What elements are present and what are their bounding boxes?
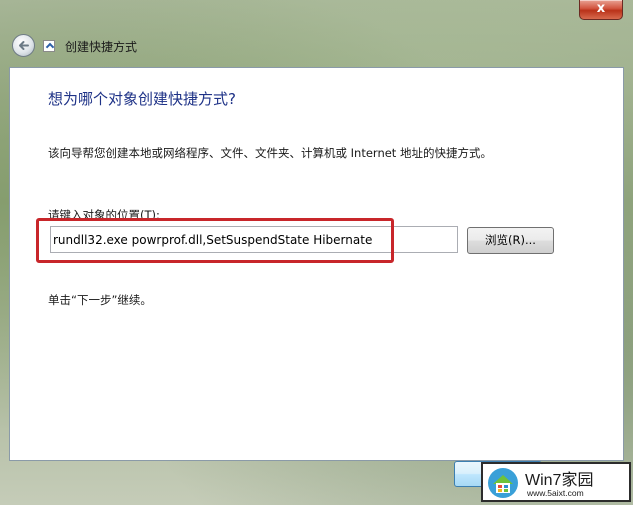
back-button[interactable] xyxy=(12,34,35,57)
navigation-bar: 创建快捷方式 xyxy=(9,32,624,62)
window-frame: x 创建快捷方式 想为哪个对象创建快捷方式? 该向导帮您创建本地或网络程序、文件… xyxy=(0,0,633,505)
wizard-content: 想为哪个对象创建快捷方式? 该向导帮您创建本地或网络程序、文件、文件夹、计算机或… xyxy=(9,67,624,487)
wizard-title: 创建快捷方式 xyxy=(65,40,138,54)
page-heading: 想为哪个对象创建快捷方式? xyxy=(48,90,236,108)
watermark-badge: Win7家园 www.5aixt.com xyxy=(481,462,631,502)
location-label: 请键入对象的位置(T): xyxy=(48,208,160,222)
continue-hint: 单击“下一步”继续。 xyxy=(48,293,152,307)
house-logo-icon xyxy=(488,468,518,498)
back-arrow-icon xyxy=(19,41,29,50)
browse-button[interactable]: 浏览(R)... xyxy=(467,227,554,254)
close-button[interactable]: x xyxy=(579,0,623,20)
shortcut-wizard-icon xyxy=(43,40,55,52)
watermark-url: www.5aixt.com xyxy=(527,488,584,498)
location-input[interactable] xyxy=(50,226,458,253)
wizard-description: 该向导帮您创建本地或网络程序、文件、文件夹、计算机或 Internet 地址的快… xyxy=(48,146,492,160)
watermark-brand: Win7家园 xyxy=(525,472,594,489)
